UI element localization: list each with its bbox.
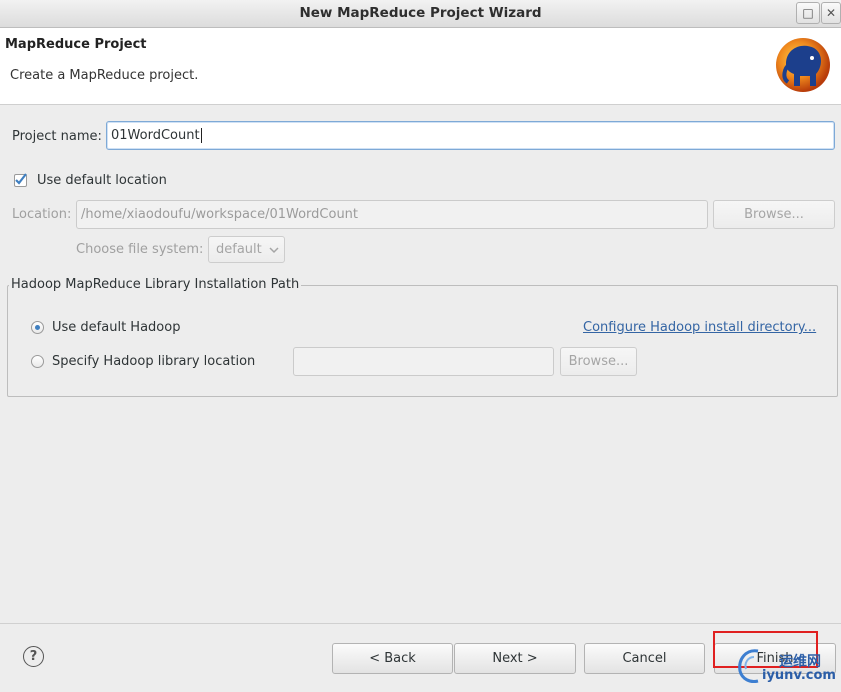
window-title: New MapReduce Project Wizard	[299, 5, 542, 21]
maximize-button[interactable]: □	[796, 2, 820, 24]
footer-divider	[0, 623, 841, 624]
close-icon: ✕	[825, 6, 837, 20]
use-default-location-checkbox[interactable]	[14, 173, 27, 187]
browse-hadoop-button[interactable]: Browse...	[560, 347, 637, 376]
hadoop-library-group	[7, 285, 838, 397]
watermark-logo-icon	[738, 649, 759, 683]
project-name-label: Project name:	[12, 129, 102, 144]
checkmark-icon	[15, 173, 27, 185]
cancel-button[interactable]: Cancel	[584, 643, 705, 674]
page-title: MapReduce Project	[5, 37, 147, 52]
hadoop-library-location-input[interactable]	[293, 347, 554, 376]
next-button[interactable]: Next >	[454, 643, 576, 674]
file-system-value: default	[216, 242, 262, 257]
location-label: Location:	[12, 207, 72, 222]
file-system-label: Choose file system:	[76, 242, 204, 257]
use-default-hadoop-radio[interactable]	[31, 321, 44, 334]
maximize-icon: □	[802, 6, 814, 20]
configure-hadoop-link[interactable]: Configure Hadoop install directory...	[583, 320, 816, 335]
location-input[interactable]: /home/xiaodoufu/workspace/01WordCount	[76, 200, 708, 229]
close-button[interactable]: ✕	[821, 2, 841, 24]
use-default-hadoop-label: Use default Hadoop	[52, 320, 181, 335]
use-default-location-label: Use default location	[37, 173, 167, 188]
title-bar: New MapReduce Project Wizard □ ✕	[0, 0, 841, 28]
hadoop-elephant-icon	[776, 38, 830, 92]
help-icon[interactable]: ?	[23, 646, 44, 667]
hadoop-group-legend: Hadoop MapReduce Library Installation Pa…	[9, 277, 302, 292]
wizard-header: MapReduce Project Create a MapReduce pro…	[0, 28, 841, 105]
chevron-down-icon	[269, 246, 279, 253]
specify-hadoop-location-radio[interactable]	[31, 355, 44, 368]
browse-location-button[interactable]: Browse...	[713, 200, 835, 229]
project-name-input[interactable]: 01WordCount	[106, 121, 835, 150]
watermark-domain-text: iyunv.com	[762, 668, 836, 683]
back-button[interactable]: < Back	[332, 643, 453, 674]
page-description: Create a MapReduce project.	[10, 68, 199, 83]
file-system-select[interactable]: default	[208, 236, 285, 263]
specify-hadoop-location-label: Specify Hadoop library location	[52, 354, 256, 369]
